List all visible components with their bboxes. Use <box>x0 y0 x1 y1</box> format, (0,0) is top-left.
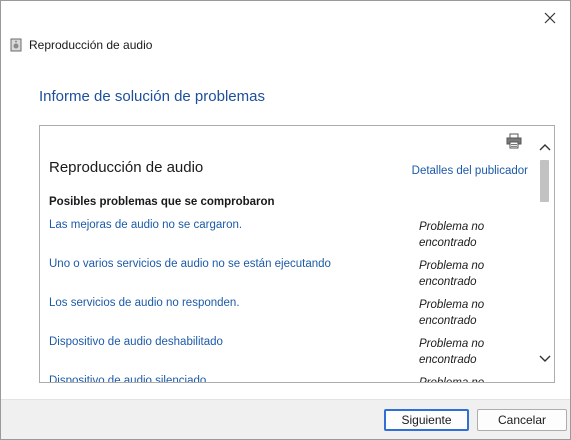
chevron-up-icon[interactable] <box>539 138 551 156</box>
report-content: Reproducción de audio Detalles del publi… <box>40 126 534 382</box>
checked-issues-heading: Posibles problemas que se comprobaron <box>49 196 275 208</box>
close-button[interactable] <box>536 7 564 29</box>
printer-icon[interactable] <box>506 133 522 154</box>
scrollbar-thumb[interactable] <box>540 160 549 202</box>
chevron-down-icon[interactable] <box>539 350 551 368</box>
button-bar: Siguiente Cancelar <box>1 399 570 439</box>
issue-link[interactable]: Dispositivo de audio deshabilitado <box>49 336 223 348</box>
issue-status: Problema no encontrado <box>419 221 485 249</box>
speaker-icon <box>9 38 23 52</box>
issue-link[interactable]: Uno o varios servicios de audio no se es… <box>49 258 331 270</box>
issue-row: Dispositivo de audio silenciado Problema… <box>40 375 534 383</box>
vertical-scrollbar[interactable] <box>536 126 554 382</box>
issue-link[interactable]: Dispositivo de audio silenciado <box>49 375 206 382</box>
window-header: Reproducción de audio <box>9 38 152 52</box>
issue-link[interactable]: Las mejoras de audio no se cargaron. <box>49 219 242 231</box>
cancel-button[interactable]: Cancelar <box>477 409 567 431</box>
report-title: Reproducción de audio <box>49 159 204 176</box>
publisher-details-link[interactable]: Detalles del publicador <box>412 165 528 177</box>
troubleshooter-window: Reproducción de audio Informe de solució… <box>0 0 571 440</box>
report-panel: Reproducción de audio Detalles del publi… <box>39 125 555 383</box>
next-button[interactable]: Siguiente <box>384 409 469 431</box>
close-icon <box>544 12 556 24</box>
issue-status: Problema no encontrado <box>419 260 485 288</box>
page-heading: Informe de solución de problemas <box>39 88 265 105</box>
issue-status: Problema no encontrado <box>419 377 485 383</box>
issue-status: Problema no encontrado <box>419 299 485 327</box>
issue-row: Uno o varios servicios de audio no se es… <box>40 258 534 294</box>
issue-row: Las mejoras de audio no se cargaron. Pro… <box>40 219 534 255</box>
issue-status: Problema no encontrado <box>419 338 485 366</box>
issue-row: Los servicios de audio no responden. Pro… <box>40 297 534 333</box>
issue-link[interactable]: Los servicios de audio no responden. <box>49 297 240 309</box>
window-title: Reproducción de audio <box>29 38 153 52</box>
issue-row: Dispositivo de audio deshabilitado Probl… <box>40 336 534 372</box>
